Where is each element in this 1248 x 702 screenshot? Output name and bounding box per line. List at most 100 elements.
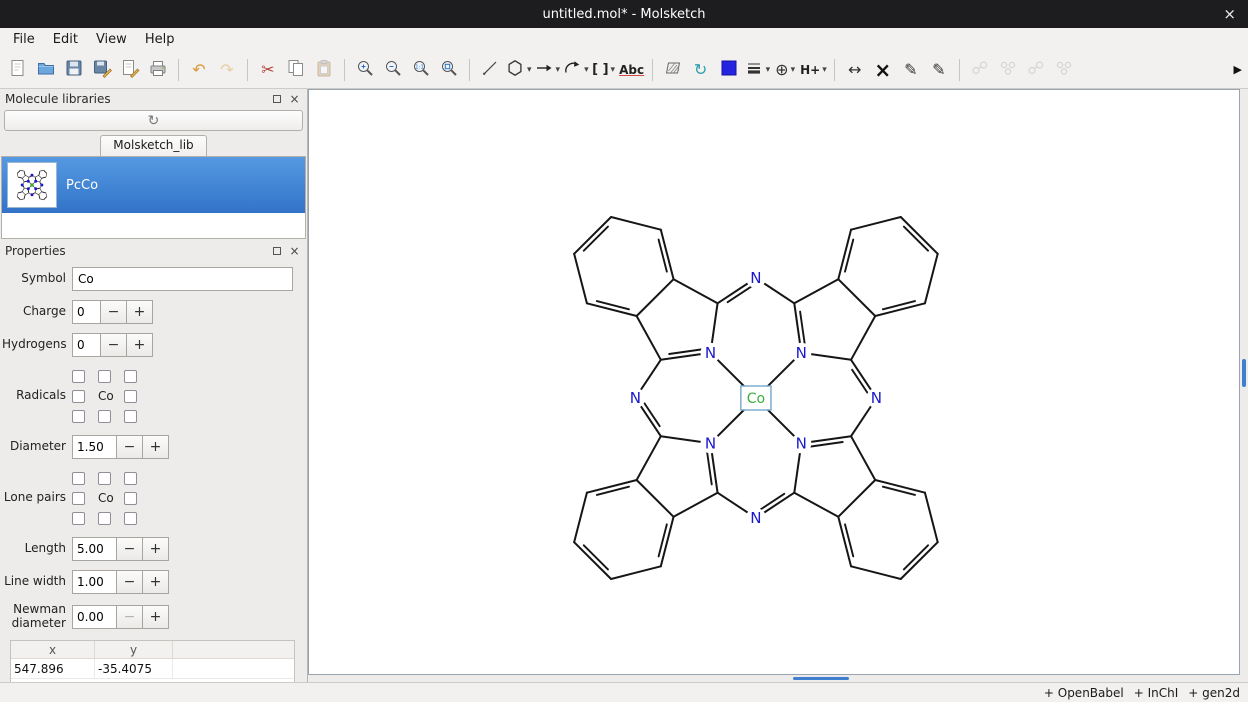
bond[interactable] xyxy=(574,254,587,303)
ring-tool[interactable]: ▾ xyxy=(505,56,532,84)
charge-decrement-button[interactable]: − xyxy=(100,300,127,324)
bond[interactable] xyxy=(674,493,718,517)
line-width-input[interactable] xyxy=(72,570,117,594)
bond[interactable] xyxy=(851,316,875,360)
bond[interactable] xyxy=(851,436,875,480)
hydrogens-input[interactable] xyxy=(72,333,101,357)
menu-file[interactable]: File xyxy=(4,30,44,49)
library-panel-float-button[interactable] xyxy=(269,91,284,106)
radical-checkbox[interactable] xyxy=(98,370,111,383)
radical-checkbox[interactable] xyxy=(72,370,85,383)
bond[interactable] xyxy=(707,453,712,485)
bond[interactable] xyxy=(851,217,901,230)
charge-input[interactable] xyxy=(72,300,101,324)
zoom-in-button[interactable] xyxy=(352,56,378,84)
zoom-out-button[interactable] xyxy=(380,56,406,84)
atom-label-N[interactable]: N xyxy=(705,434,716,452)
newman-increment-button[interactable]: + xyxy=(142,605,169,629)
structure-tool-1[interactable] xyxy=(967,56,993,84)
atom-label-N[interactable]: N xyxy=(796,344,807,362)
library-refresh-button[interactable]: ↻ xyxy=(4,110,303,131)
arrow-tool[interactable]: ▾ xyxy=(534,56,561,84)
radical-checkbox[interactable] xyxy=(98,410,111,423)
bond[interactable] xyxy=(794,493,838,517)
bond[interactable] xyxy=(838,279,875,316)
diameter-input[interactable] xyxy=(72,435,117,459)
save-as-button[interactable] xyxy=(89,56,115,84)
coord-x-value[interactable]: 547.896 xyxy=(11,659,95,679)
properties-panel-float-button[interactable] xyxy=(269,243,284,258)
bond[interactable] xyxy=(574,493,587,543)
bond[interactable] xyxy=(611,217,661,230)
bond[interactable] xyxy=(637,480,674,517)
bond[interactable] xyxy=(584,227,608,251)
lone-pair-checkbox[interactable] xyxy=(98,472,111,485)
atom-label-N[interactable]: N xyxy=(796,434,807,452)
menu-edit[interactable]: Edit xyxy=(44,30,87,49)
toolbar-extension-button[interactable]: ▶ xyxy=(1234,63,1242,76)
save-button[interactable] xyxy=(61,56,87,84)
molecule-drawing[interactable]: NNNNNNNNCo xyxy=(309,90,1239,674)
vertical-scroll-thumb[interactable] xyxy=(1242,359,1246,387)
paste-button[interactable] xyxy=(311,56,337,84)
length-decrement-button[interactable]: − xyxy=(116,537,143,561)
hydrogen-tool[interactable]: H+▾ xyxy=(800,56,827,84)
bond[interactable] xyxy=(838,480,875,517)
atom-label-Co[interactable]: Co xyxy=(747,391,765,407)
coord-y-value[interactable]: -35.4075 xyxy=(95,659,173,679)
export-button[interactable] xyxy=(117,56,143,84)
print-button[interactable] xyxy=(145,56,171,84)
atom-label-N[interactable]: N xyxy=(630,389,641,407)
open-file-button[interactable] xyxy=(33,56,59,84)
bond[interactable] xyxy=(904,227,928,251)
bond[interactable] xyxy=(800,312,805,344)
atom-label-N[interactable]: N xyxy=(705,344,716,362)
menu-view[interactable]: View xyxy=(87,30,136,49)
radical-checkbox[interactable] xyxy=(72,390,85,403)
canvas-vertical-scrollbar[interactable] xyxy=(1241,89,1247,675)
curved-arrow-tool[interactable]: ▾ xyxy=(562,56,589,84)
diameter-increment-button[interactable]: + xyxy=(142,435,169,459)
structure-tool-2[interactable] xyxy=(995,56,1021,84)
radical-checkbox[interactable] xyxy=(72,410,85,423)
draw-bond-tool[interactable] xyxy=(477,56,503,84)
bond[interactable] xyxy=(904,545,928,569)
radical-checkbox[interactable] xyxy=(124,370,137,383)
radical-checkbox[interactable] xyxy=(124,410,137,423)
bond[interactable] xyxy=(584,545,608,569)
bracket-tool-dropdown[interactable]: ▾ xyxy=(611,65,616,75)
zoom-original-button[interactable]: 1:1 xyxy=(408,56,434,84)
bracket-tool[interactable]: [ ]▾ xyxy=(591,56,617,84)
bond[interactable] xyxy=(669,350,701,355)
bond[interactable] xyxy=(851,566,901,579)
redo-button[interactable]: ↷ xyxy=(214,56,240,84)
hydrogen-tool-dropdown[interactable]: ▾ xyxy=(822,65,827,75)
lone-pair-checkbox[interactable] xyxy=(72,492,85,505)
bond[interactable] xyxy=(637,436,661,480)
length-input[interactable] xyxy=(72,537,117,561)
mechanism-pencil-plus-tool[interactable]: ✎ xyxy=(926,56,952,84)
arrow-tool-dropdown[interactable]: ▾ xyxy=(556,65,561,75)
charge-increment-button[interactable]: + xyxy=(126,300,153,324)
library-item-pcco[interactable]: PcCo xyxy=(2,157,305,213)
lone-pair-checkbox[interactable] xyxy=(98,512,111,525)
bond[interactable] xyxy=(811,442,843,447)
lone-pair-checkbox[interactable] xyxy=(72,472,85,485)
coordinate-row[interactable]: 547.896 -35.4075 xyxy=(11,659,294,679)
cut-button[interactable]: ✂ xyxy=(255,56,281,84)
zoom-fit-button[interactable] xyxy=(436,56,462,84)
copy-button[interactable] xyxy=(283,56,309,84)
ring-tool-dropdown[interactable]: ▾ xyxy=(527,65,532,75)
diameter-decrement-button[interactable]: − xyxy=(116,435,143,459)
charge-tool-dropdown[interactable]: ▾ xyxy=(791,65,796,75)
library-panel-close-button[interactable]: × xyxy=(287,91,302,106)
structure-tool-3[interactable] xyxy=(1023,56,1049,84)
bond[interactable] xyxy=(925,254,938,303)
canvas-horizontal-scrollbar[interactable] xyxy=(308,676,1240,682)
flip-tool[interactable]: ↔ xyxy=(842,56,868,84)
bond[interactable] xyxy=(574,542,611,579)
lone-pair-checkbox[interactable] xyxy=(124,492,137,505)
length-increment-button[interactable]: + xyxy=(142,537,169,561)
bond[interactable] xyxy=(637,279,674,316)
hatch-region-tool[interactable] xyxy=(660,56,686,84)
